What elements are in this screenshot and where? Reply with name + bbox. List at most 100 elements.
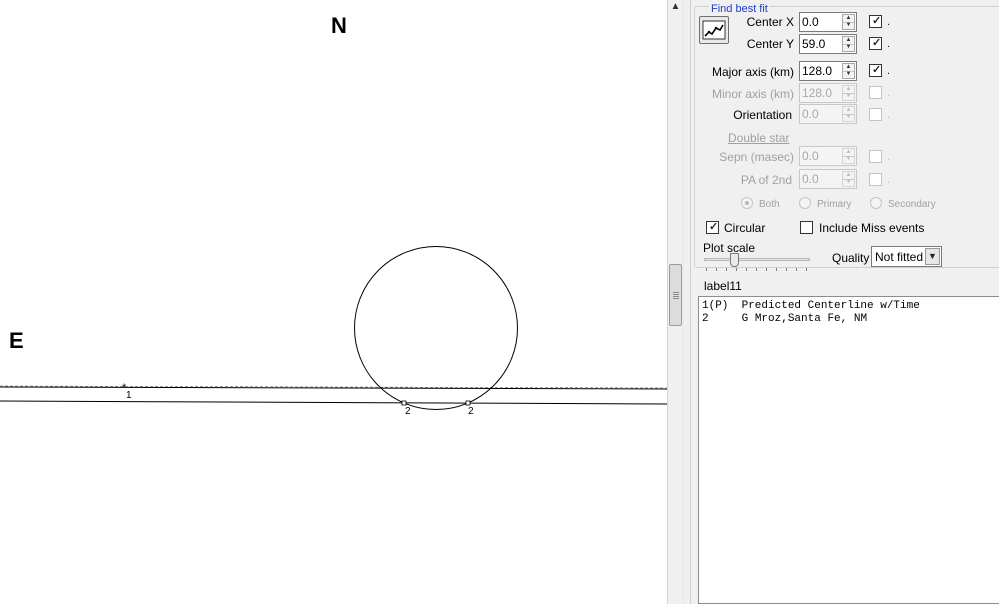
center-y-label: Center Y xyxy=(746,37,794,51)
orientation-input[interactable]: 0.0 ▲ ▼ xyxy=(799,104,857,124)
quality-dropdown[interactable]: Not fitted ▼ xyxy=(871,246,942,267)
spin-down-icon[interactable]: ▼ xyxy=(843,22,854,29)
center-y-spinner[interactable]: ▲ ▼ xyxy=(842,36,855,52)
check-mark-icon: ✓ xyxy=(872,37,882,49)
orientation-value: 0.0 xyxy=(802,107,819,121)
chevron-down-icon[interactable]: ▼ xyxy=(925,248,940,265)
spin-down-icon[interactable]: ▼ xyxy=(843,44,854,51)
scroll-up-arrow-icon[interactable]: ▲ xyxy=(668,0,683,14)
radio-primary[interactable] xyxy=(799,197,811,209)
pa-2nd-label: PA of 2nd xyxy=(740,173,792,187)
chord-2-label-end: 2 xyxy=(468,406,474,417)
slider-tick xyxy=(706,268,707,271)
minor-axis-value: 128.0 xyxy=(802,86,833,100)
slider-tick xyxy=(746,268,747,271)
slider-tick xyxy=(776,268,777,271)
center-y-fit-checkbox[interactable]: ✓ xyxy=(869,37,882,50)
center-x-input[interactable]: 0.0 ▲ ▼ xyxy=(799,12,857,32)
sepn-value: 0.0 xyxy=(802,149,819,163)
spin-down-icon[interactable]: ▼ xyxy=(843,71,854,78)
center-x-spinner[interactable]: ▲ ▼ xyxy=(842,14,855,30)
minor-axis-input[interactable]: 128.0 ▲ ▼ xyxy=(799,83,857,103)
compass-north-label: N xyxy=(331,13,347,38)
major-axis-fit-checkbox[interactable]: ✓ xyxy=(869,64,882,77)
compass-east-label: E xyxy=(9,328,24,353)
include-miss-label: Include Miss events xyxy=(819,221,925,235)
grip-line xyxy=(673,298,679,299)
list-item-index: 1(P) xyxy=(702,300,729,312)
plot-vertical-scrollbar[interactable]: ▲ xyxy=(667,0,684,604)
plot-scale-slider-track[interactable] xyxy=(704,258,810,261)
slider-tick xyxy=(716,268,717,271)
orientation-label: Orientation xyxy=(733,108,792,122)
slider-tick xyxy=(796,268,797,271)
radio-primary-label: Primary xyxy=(817,199,852,210)
grip-line xyxy=(673,296,679,297)
observer-list[interactable]: 1(P) Predicted Centerline w/Time 2 G Mro… xyxy=(698,296,999,604)
center-x-fit-checkbox[interactable]: ✓ xyxy=(869,15,882,28)
circular-label: Circular xyxy=(724,221,766,235)
list-item[interactable]: 2 G Mroz,Santa Fe, NM xyxy=(702,313,867,326)
slider-tick xyxy=(756,268,757,271)
center-y-suffix: . xyxy=(887,38,891,50)
center-x-suffix: . xyxy=(887,16,891,28)
list-item-name: Predicted Centerline w/Time xyxy=(741,300,920,312)
check-mark-icon: ✓ xyxy=(872,64,882,76)
orientation-suffix: . xyxy=(887,109,891,121)
major-axis-spinner[interactable]: ▲ ▼ xyxy=(842,63,855,79)
fit-side-panel: Find best fit Center X 0.0 ▲ ▼ ✓ . Center… xyxy=(684,0,999,604)
pa-2nd-input[interactable]: 0.0 ▲ ▼ xyxy=(799,169,857,189)
pa-2nd-suffix: . xyxy=(887,174,891,186)
pa-2nd-value: 0.0 xyxy=(802,172,819,186)
radio-both[interactable] xyxy=(741,197,753,209)
status-label: label11 xyxy=(704,279,742,293)
major-axis-value: 128.0 xyxy=(802,64,833,78)
scroll-thumb[interactable] xyxy=(669,264,682,326)
occultation-plot: * 1 2 2 N E xyxy=(0,0,667,604)
radio-secondary-label: Secondary xyxy=(888,199,936,210)
sepn-label: Sepn (masec) xyxy=(719,150,794,164)
radio-both-label: Both xyxy=(759,199,780,210)
sepn-fit-checkbox[interactable] xyxy=(869,150,882,163)
major-axis-input[interactable]: 128.0 ▲ ▼ xyxy=(799,61,857,81)
list-item-name: G Mroz,Santa Fe, NM xyxy=(741,313,868,325)
chord-2-event-end xyxy=(465,400,471,406)
center-x-label: Center X xyxy=(746,15,794,29)
chord-2-line xyxy=(0,400,667,405)
minor-axis-fit-checkbox[interactable] xyxy=(869,86,882,99)
find-best-fit-title: Find best fit xyxy=(709,3,770,15)
pa-2nd-fit-checkbox[interactable] xyxy=(869,173,882,186)
minor-axis-label: Minor axis (km) xyxy=(711,87,794,101)
check-mark-icon: ✓ xyxy=(709,221,719,233)
quality-value: Not fitted xyxy=(875,250,924,264)
include-miss-checkbox[interactable] xyxy=(800,221,813,234)
grip-line xyxy=(673,294,679,295)
list-item[interactable]: 1(P) Predicted Centerline w/Time xyxy=(702,300,920,313)
slider-tick xyxy=(786,268,787,271)
spin-down-icon[interactable]: ▼ xyxy=(843,156,854,163)
double-star-heading: Double star xyxy=(728,131,790,145)
plot-canvas: * 1 2 2 xyxy=(0,246,667,417)
check-mark-icon: ✓ xyxy=(872,15,882,27)
sepn-spinner[interactable]: ▲ ▼ xyxy=(842,148,855,164)
slider-tick xyxy=(726,268,727,271)
sepn-input[interactable]: 0.0 ▲ ▼ xyxy=(799,146,857,166)
chord-1-label: 1 xyxy=(126,390,132,401)
circular-checkbox[interactable]: ✓ xyxy=(706,221,719,234)
orientation-spinner[interactable]: ▲ ▼ xyxy=(842,106,855,122)
grip-line xyxy=(673,292,679,293)
minor-axis-suffix: . xyxy=(887,87,891,99)
spin-down-icon[interactable]: ▼ xyxy=(843,179,854,186)
orientation-fit-checkbox[interactable] xyxy=(869,108,882,121)
major-axis-label: Major axis (km) xyxy=(711,65,794,79)
radio-secondary[interactable] xyxy=(870,197,882,209)
spin-down-icon[interactable]: ▼ xyxy=(843,93,854,100)
fitted-ellipse xyxy=(354,246,518,410)
chord-2-label-start: 2 xyxy=(405,406,411,417)
center-y-input[interactable]: 59.0 ▲ ▼ xyxy=(799,34,857,54)
plot-scale-slider-thumb[interactable] xyxy=(730,253,739,267)
spin-down-icon[interactable]: ▼ xyxy=(843,114,854,121)
minor-axis-spinner[interactable]: ▲ ▼ xyxy=(842,85,855,101)
pa-2nd-spinner[interactable]: ▲ ▼ xyxy=(842,171,855,187)
radio-selected-dot xyxy=(745,201,749,205)
